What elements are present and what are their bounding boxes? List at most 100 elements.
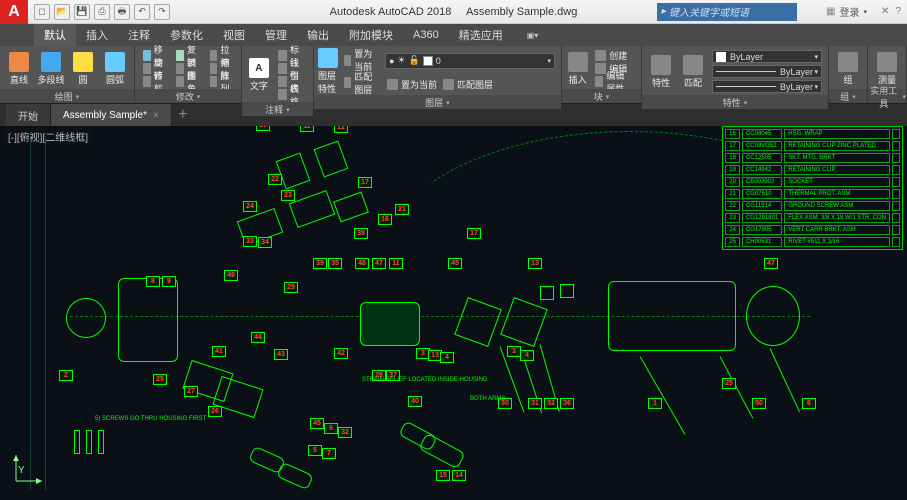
circle-button[interactable]: 圆 xyxy=(68,48,98,89)
qat-new-icon[interactable]: ◻ xyxy=(34,4,50,20)
button-label: 创建 xyxy=(609,49,627,62)
layerprops-button[interactable]: 图层特性 xyxy=(318,48,338,95)
ucs-icon[interactable]: Y xyxy=(10,451,46,490)
button-label: 多段线 xyxy=(37,73,64,86)
polyline-button[interactable]: 多段线 xyxy=(36,48,66,89)
part-screw xyxy=(86,430,92,454)
ribbon-group-label[interactable]: 组 xyxy=(829,89,867,103)
balloon: 47 xyxy=(764,258,778,269)
qat-saveas-icon[interactable]: ⎙ xyxy=(94,4,110,20)
button-label: 组 xyxy=(843,73,852,86)
button-label: 图层特性 xyxy=(318,69,338,95)
balloon: 24 xyxy=(243,201,257,212)
balloon: 36 xyxy=(560,398,574,409)
ribbon-group-label[interactable]: 实用工具 xyxy=(868,89,906,103)
file-tab-start[interactable]: 开始 xyxy=(6,104,51,126)
ribbon-tab-视图[interactable]: 视图 xyxy=(213,24,255,46)
balloon: 33 xyxy=(243,236,257,247)
drawing-note: BOTH ARMS xyxy=(470,396,505,403)
button-label: 直线 xyxy=(10,73,28,86)
line-button[interactable]: 直线 xyxy=(4,48,34,89)
button-label: 圆弧 xyxy=(106,73,124,86)
table-button[interactable]: 表格 xyxy=(276,88,307,101)
bylayer-dropdown[interactable]: ByLayer▾ xyxy=(712,65,822,78)
match-button[interactable]: 匹配图层 xyxy=(342,76,379,89)
trim-button[interactable]: 修剪 xyxy=(141,75,168,88)
editattr-button[interactable]: 编辑属性 xyxy=(593,75,635,88)
array-button[interactable]: 阵列 xyxy=(208,75,235,88)
balloon: 16 xyxy=(378,214,392,225)
text-button[interactable]: A文字 xyxy=(246,48,272,102)
ribbon-group-label[interactable]: 块 xyxy=(562,89,641,103)
insert-button[interactable]: 插入 xyxy=(566,48,589,89)
quick-access-toolbar: ◻ 📂 💾 ⎙ 🖶 ↶ ↷ xyxy=(28,4,176,20)
bom-row: 19CC14942RETAINING CLIP xyxy=(725,165,900,175)
ribbon-group-block: 插入创建编辑编辑属性块 xyxy=(562,46,642,103)
bom-row: 16CC08045HSG. WRAP xyxy=(725,129,900,139)
app-logo[interactable]: A xyxy=(0,0,28,24)
group-icon xyxy=(838,52,858,72)
balloon: 39 xyxy=(313,258,327,269)
balloon: 47 xyxy=(372,258,386,269)
arc-button[interactable]: 圆弧 xyxy=(100,48,130,89)
qat-print-icon[interactable]: 🖶 xyxy=(114,4,130,20)
bom-row: 23CG1291801FLEX ASM. 3/8 X 18 W/1 STR. C… xyxy=(725,213,900,223)
part-large-cylinder xyxy=(608,281,736,351)
ucs-y-label: Y xyxy=(18,465,25,476)
qat-undo-icon[interactable]: ↶ xyxy=(134,4,150,20)
ribbon-group-label[interactable]: 图层 xyxy=(314,95,561,109)
help-icon[interactable]: ? xyxy=(895,6,901,17)
help-search-input[interactable]: ▸ 键入关键字或短语 xyxy=(657,3,797,21)
balloon: 35 xyxy=(328,258,342,269)
file-tab-assembly[interactable]: Assembly Sample* × xyxy=(51,104,172,126)
balloon: 2 xyxy=(59,370,73,381)
part-end-cap-left xyxy=(66,298,106,338)
part-bracket xyxy=(314,140,349,177)
ribbon-group-label[interactable]: 修改 xyxy=(135,89,241,103)
ribbon-group-label[interactable]: 绘图 xyxy=(0,89,134,103)
bylayer-dropdown[interactable]: ByLayer▾ xyxy=(712,80,822,93)
fillet-button[interactable]: 圆角 xyxy=(174,75,201,88)
balloon: 9 xyxy=(162,276,176,287)
ribbon-tab-插入[interactable]: 插入 xyxy=(76,24,118,46)
ribbon-tab-默认[interactable]: 默认 xyxy=(34,24,76,46)
group-button[interactable]: 组 xyxy=(833,48,863,89)
bom-row: 20CE003902SOCKET xyxy=(725,177,900,187)
drawing-canvas[interactable]: [-][俯视][二维线框] 16CC08045HSG. WRAP17CC09VG… xyxy=(0,126,907,500)
ribbon-tab-A360[interactable]: A360 xyxy=(403,24,449,46)
balloon: 45 xyxy=(310,418,324,429)
title-right-icons: ✕ ? xyxy=(881,6,901,17)
close-tab-icon[interactable]: × xyxy=(153,110,159,121)
search-placeholder: 键入关键字或短语 xyxy=(669,4,749,19)
setcur-button[interactable]: 置为当前 xyxy=(342,54,379,67)
props-button[interactable]: 特性 xyxy=(646,48,676,95)
exchange-icon[interactable]: ✕ xyxy=(881,6,889,17)
viewport-label[interactable]: [-][俯视][二维线框] xyxy=(4,128,92,145)
balloon: 23 xyxy=(281,190,295,201)
balloon: 6 xyxy=(324,423,338,434)
matchprop-button[interactable]: 匹配 xyxy=(678,48,708,95)
balloon: 34 xyxy=(258,237,272,248)
create-button[interactable]: 创建 xyxy=(593,49,635,62)
ribbon-tabs: 默认插入注释参数化视图管理输出附加模块A360精选应用▣▾ xyxy=(0,24,907,46)
editattr-icon xyxy=(595,76,603,87)
ribbon: 直线多段线圆圆弧绘图移动旋转修剪复制镜像圆角拉伸缩放阵列修改A文字标注线性引线表… xyxy=(0,46,907,104)
qat-redo-icon[interactable]: ↷ xyxy=(154,4,170,20)
qat-open-icon[interactable]: 📂 xyxy=(54,4,70,20)
current-layer-dropdown[interactable]: ●☀🔓0▾ xyxy=(385,53,555,69)
match-button[interactable]: 匹配图层 xyxy=(441,78,495,91)
ribbon-group-label[interactable]: 特性 xyxy=(642,95,828,109)
ribbon-group-groups: 组组 xyxy=(829,46,868,103)
ribbon-tab-附加模块[interactable]: 附加模块 xyxy=(339,24,403,46)
part-screw xyxy=(74,430,80,454)
line-icon xyxy=(9,52,29,72)
setcur-button[interactable]: 置为当前 xyxy=(385,78,439,91)
new-tab-button[interactable]: + xyxy=(172,104,194,126)
ribbon-overflow-icon[interactable]: ▣▾ xyxy=(527,31,539,40)
props-icon xyxy=(651,55,671,75)
ribbon-tab-精选应用[interactable]: 精选应用 xyxy=(449,24,513,46)
bylayer-dropdown[interactable]: ByLayer▾ xyxy=(712,50,822,63)
qat-save-icon[interactable]: 💾 xyxy=(74,4,90,20)
login-button[interactable]: 登录 ▾ xyxy=(826,4,867,19)
ribbon-group-label[interactable]: 注释 xyxy=(242,102,313,116)
